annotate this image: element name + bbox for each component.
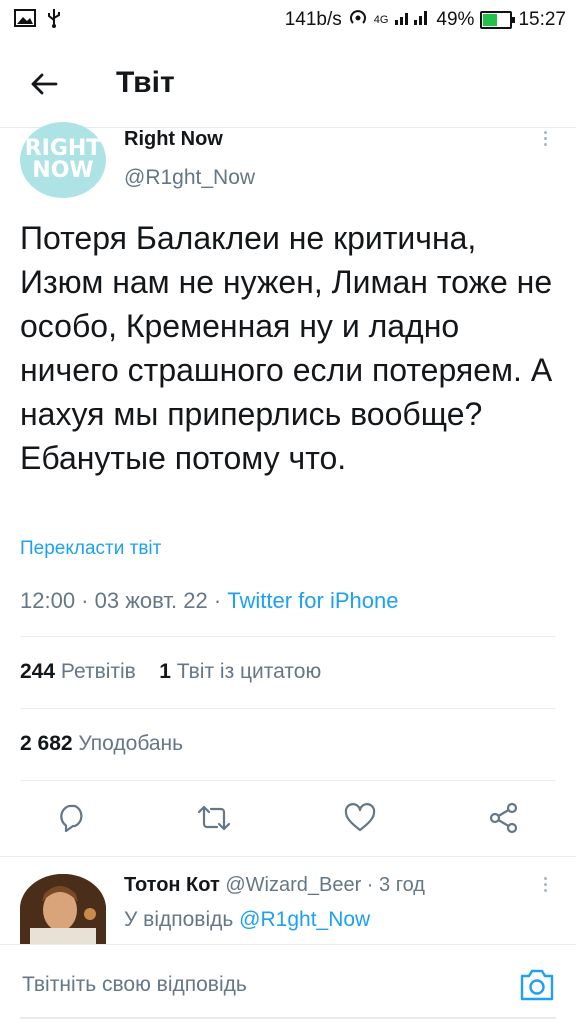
translate-link[interactable]: Перекласти твіт	[20, 538, 161, 560]
retweets-count: 244	[20, 660, 56, 683]
meta-dot: ·	[75, 588, 95, 613]
share-button[interactable]	[484, 798, 524, 838]
quotes-label: Твіт із цитатою	[176, 660, 322, 683]
tweet-actions	[0, 798, 576, 838]
reply-more-options-icon[interactable]	[538, 874, 552, 898]
signal-icon	[394, 8, 430, 32]
tweet-text: Потеря Балаклеи не критична, Изюм нам не…	[20, 220, 553, 476]
share-icon	[489, 802, 518, 834]
battery-icon	[480, 11, 516, 29]
replying-to-prefix: У відповідь	[124, 908, 234, 931]
avatar[interactable]: RIGHT NOW	[20, 122, 106, 198]
replying-to: У відповідь @R1ght_Now	[124, 908, 370, 932]
reply-avatar[interactable]	[20, 874, 106, 944]
meta-dot: ·	[207, 588, 228, 613]
reply-input[interactable]: Твітніть свою відповідь	[22, 973, 247, 997]
divider	[20, 708, 556, 709]
retweet-button[interactable]	[194, 798, 234, 838]
network-type: 4G	[373, 14, 389, 26]
tweet-date: 03 жовт. 22	[94, 588, 208, 613]
clock: 15:27	[518, 9, 566, 30]
divider	[0, 856, 576, 857]
arrow-left-icon	[31, 73, 58, 95]
network-speed: 141b/s	[284, 9, 342, 30]
reply-compose-bar: Твітніть свою відповідь	[0, 944, 576, 1025]
compose-underline	[20, 1017, 556, 1019]
page-title: Твіт	[116, 66, 175, 99]
divider	[20, 636, 556, 637]
likes-link[interactable]: 2 682 Уподобань	[20, 732, 183, 756]
avatar-logo-line-2: NOW	[32, 158, 94, 183]
reply-author-handle[interactable]: @Wizard_Beer	[225, 874, 361, 896]
retweets-label: Ретвітів	[60, 660, 136, 683]
divider	[20, 780, 556, 781]
image-notification-icon	[14, 9, 36, 32]
author-handle[interactable]: @R1ght_Now	[124, 166, 255, 190]
likes-label: Уподобань	[78, 732, 184, 755]
tweet-time: 12:00	[20, 588, 76, 613]
reply-age: 3 год	[379, 874, 425, 896]
usb-icon	[46, 8, 62, 33]
camera-icon	[520, 969, 554, 1001]
heart-icon	[344, 803, 376, 832]
author-name[interactable]: Right Now	[124, 128, 223, 151]
back-button[interactable]	[22, 62, 66, 106]
reply-header: Тотон Кот @Wizard_Beer · 3 год	[124, 874, 425, 897]
tweet-meta: 12:00 · 03 жовт. 22 · Twitter for iPhone	[20, 588, 398, 614]
app-header: Твіт	[0, 50, 576, 120]
likes-count: 2 682	[20, 732, 73, 755]
quotes-link[interactable]: 1 Твіт із цитатою	[159, 660, 321, 683]
hotspot-icon	[348, 8, 368, 32]
tweet-source-link[interactable]: Twitter for iPhone	[227, 588, 398, 613]
camera-button[interactable]	[518, 967, 556, 1003]
status-bar: 141b/s 4G 49% 15:27	[0, 0, 576, 38]
reply-avatar-image	[20, 874, 106, 944]
retweet-icon	[197, 805, 231, 831]
reply-author-name[interactable]: Тотон Кот	[124, 874, 220, 896]
reply-icon	[60, 804, 83, 833]
meta-dot: ·	[361, 874, 380, 896]
more-options-icon[interactable]	[538, 128, 552, 152]
battery-percent: 49%	[436, 9, 475, 30]
like-button[interactable]	[340, 798, 380, 838]
retweets-link[interactable]: 244 Ретвітів	[20, 660, 136, 683]
quotes-count: 1	[159, 660, 171, 683]
reply-button[interactable]	[52, 798, 92, 838]
replying-to-mention[interactable]: @R1ght_Now	[239, 908, 370, 931]
retweet-stats: 244 Ретвітів 1 Твіт із цитатою	[20, 660, 321, 684]
